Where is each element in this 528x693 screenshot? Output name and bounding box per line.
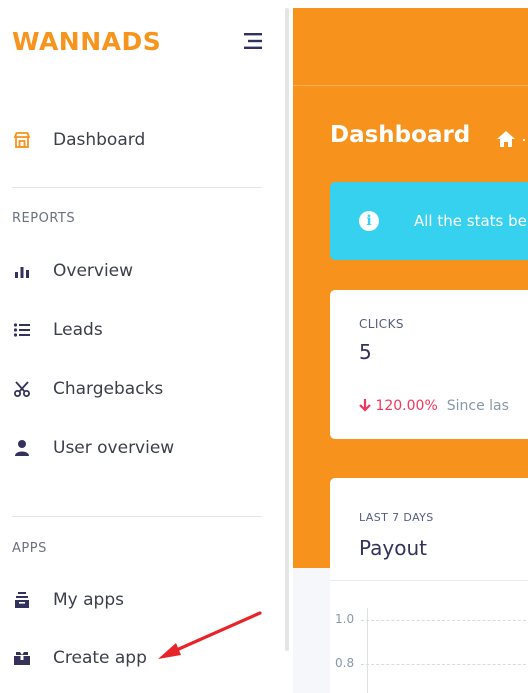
sidebar-item-overview[interactable]: Overview (12, 251, 262, 291)
change-percent: 120.00% (375, 398, 438, 414)
main-content: Dashboard · i All the stats be CLICKS 5 … (293, 8, 528, 693)
card-footer: 120.00% Since las (359, 398, 509, 414)
breadcrumb-separator: · (521, 129, 527, 149)
home-icon[interactable] (496, 130, 516, 148)
section-label-reports: REPORTS (12, 211, 76, 226)
payout-card: LAST 7 DAYS Payout (330, 478, 528, 693)
divider (12, 187, 262, 188)
sidebar-item-label: Chargebacks (53, 379, 164, 399)
sidebar-item-chargebacks[interactable]: Chargebacks (12, 369, 262, 409)
page-title: Dashboard (330, 122, 471, 148)
sidebar-item-label: Dashboard (53, 130, 146, 150)
store-icon (12, 130, 32, 150)
section-label-apps: APPS (12, 541, 47, 556)
card-value: 5 (359, 340, 372, 364)
since-text: Since las (446, 398, 509, 414)
sidebar-item-dashboard[interactable]: Dashboard (12, 120, 262, 160)
sidebar: WANNADS Dashboard REPORTS Overview Leads… (0, 0, 286, 693)
card-divider (330, 580, 528, 581)
sidebar-item-label: My apps (53, 590, 124, 610)
sidebar-item-label: Create app (53, 648, 147, 668)
card-label: LAST 7 DAYS (359, 511, 434, 524)
menu-toggle-icon[interactable] (238, 30, 264, 52)
sidebar-item-create-app[interactable]: Create app (12, 638, 262, 678)
info-alert: i All the stats be (330, 182, 528, 260)
y-axis (367, 608, 368, 693)
sidebar-item-label: Leads (53, 320, 103, 340)
brand-logo[interactable]: WANNADS (12, 27, 161, 56)
y-tick-label: 0.8 (335, 656, 355, 670)
sidebar-scrollbar[interactable] (285, 8, 289, 651)
scissors-icon (12, 379, 32, 399)
sidebar-item-user-overview[interactable]: User overview (12, 428, 262, 468)
divider (12, 516, 262, 517)
bar-chart-icon (12, 261, 32, 281)
card-label: CLICKS (359, 317, 404, 331)
sidebar-item-label: User overview (53, 438, 175, 458)
sidebar-item-my-apps[interactable]: My apps (12, 580, 262, 620)
create-box-icon (12, 648, 32, 668)
user-icon (12, 438, 32, 458)
clicks-card: CLICKS 5 120.00% Since las (330, 290, 528, 439)
info-icon: i (359, 211, 379, 231)
grid-line (361, 620, 528, 621)
alert-text: All the stats be (414, 212, 527, 230)
sidebar-item-leads[interactable]: Leads (12, 310, 262, 350)
archive-icon (12, 590, 32, 610)
y-tick-label: 1.0 (335, 612, 355, 626)
grid-line (361, 664, 528, 665)
arrow-down-icon (359, 398, 375, 414)
list-icon (12, 320, 32, 340)
card-title: Payout (359, 536, 428, 560)
sidebar-item-label: Overview (53, 261, 134, 281)
topbar-divider (293, 85, 528, 86)
